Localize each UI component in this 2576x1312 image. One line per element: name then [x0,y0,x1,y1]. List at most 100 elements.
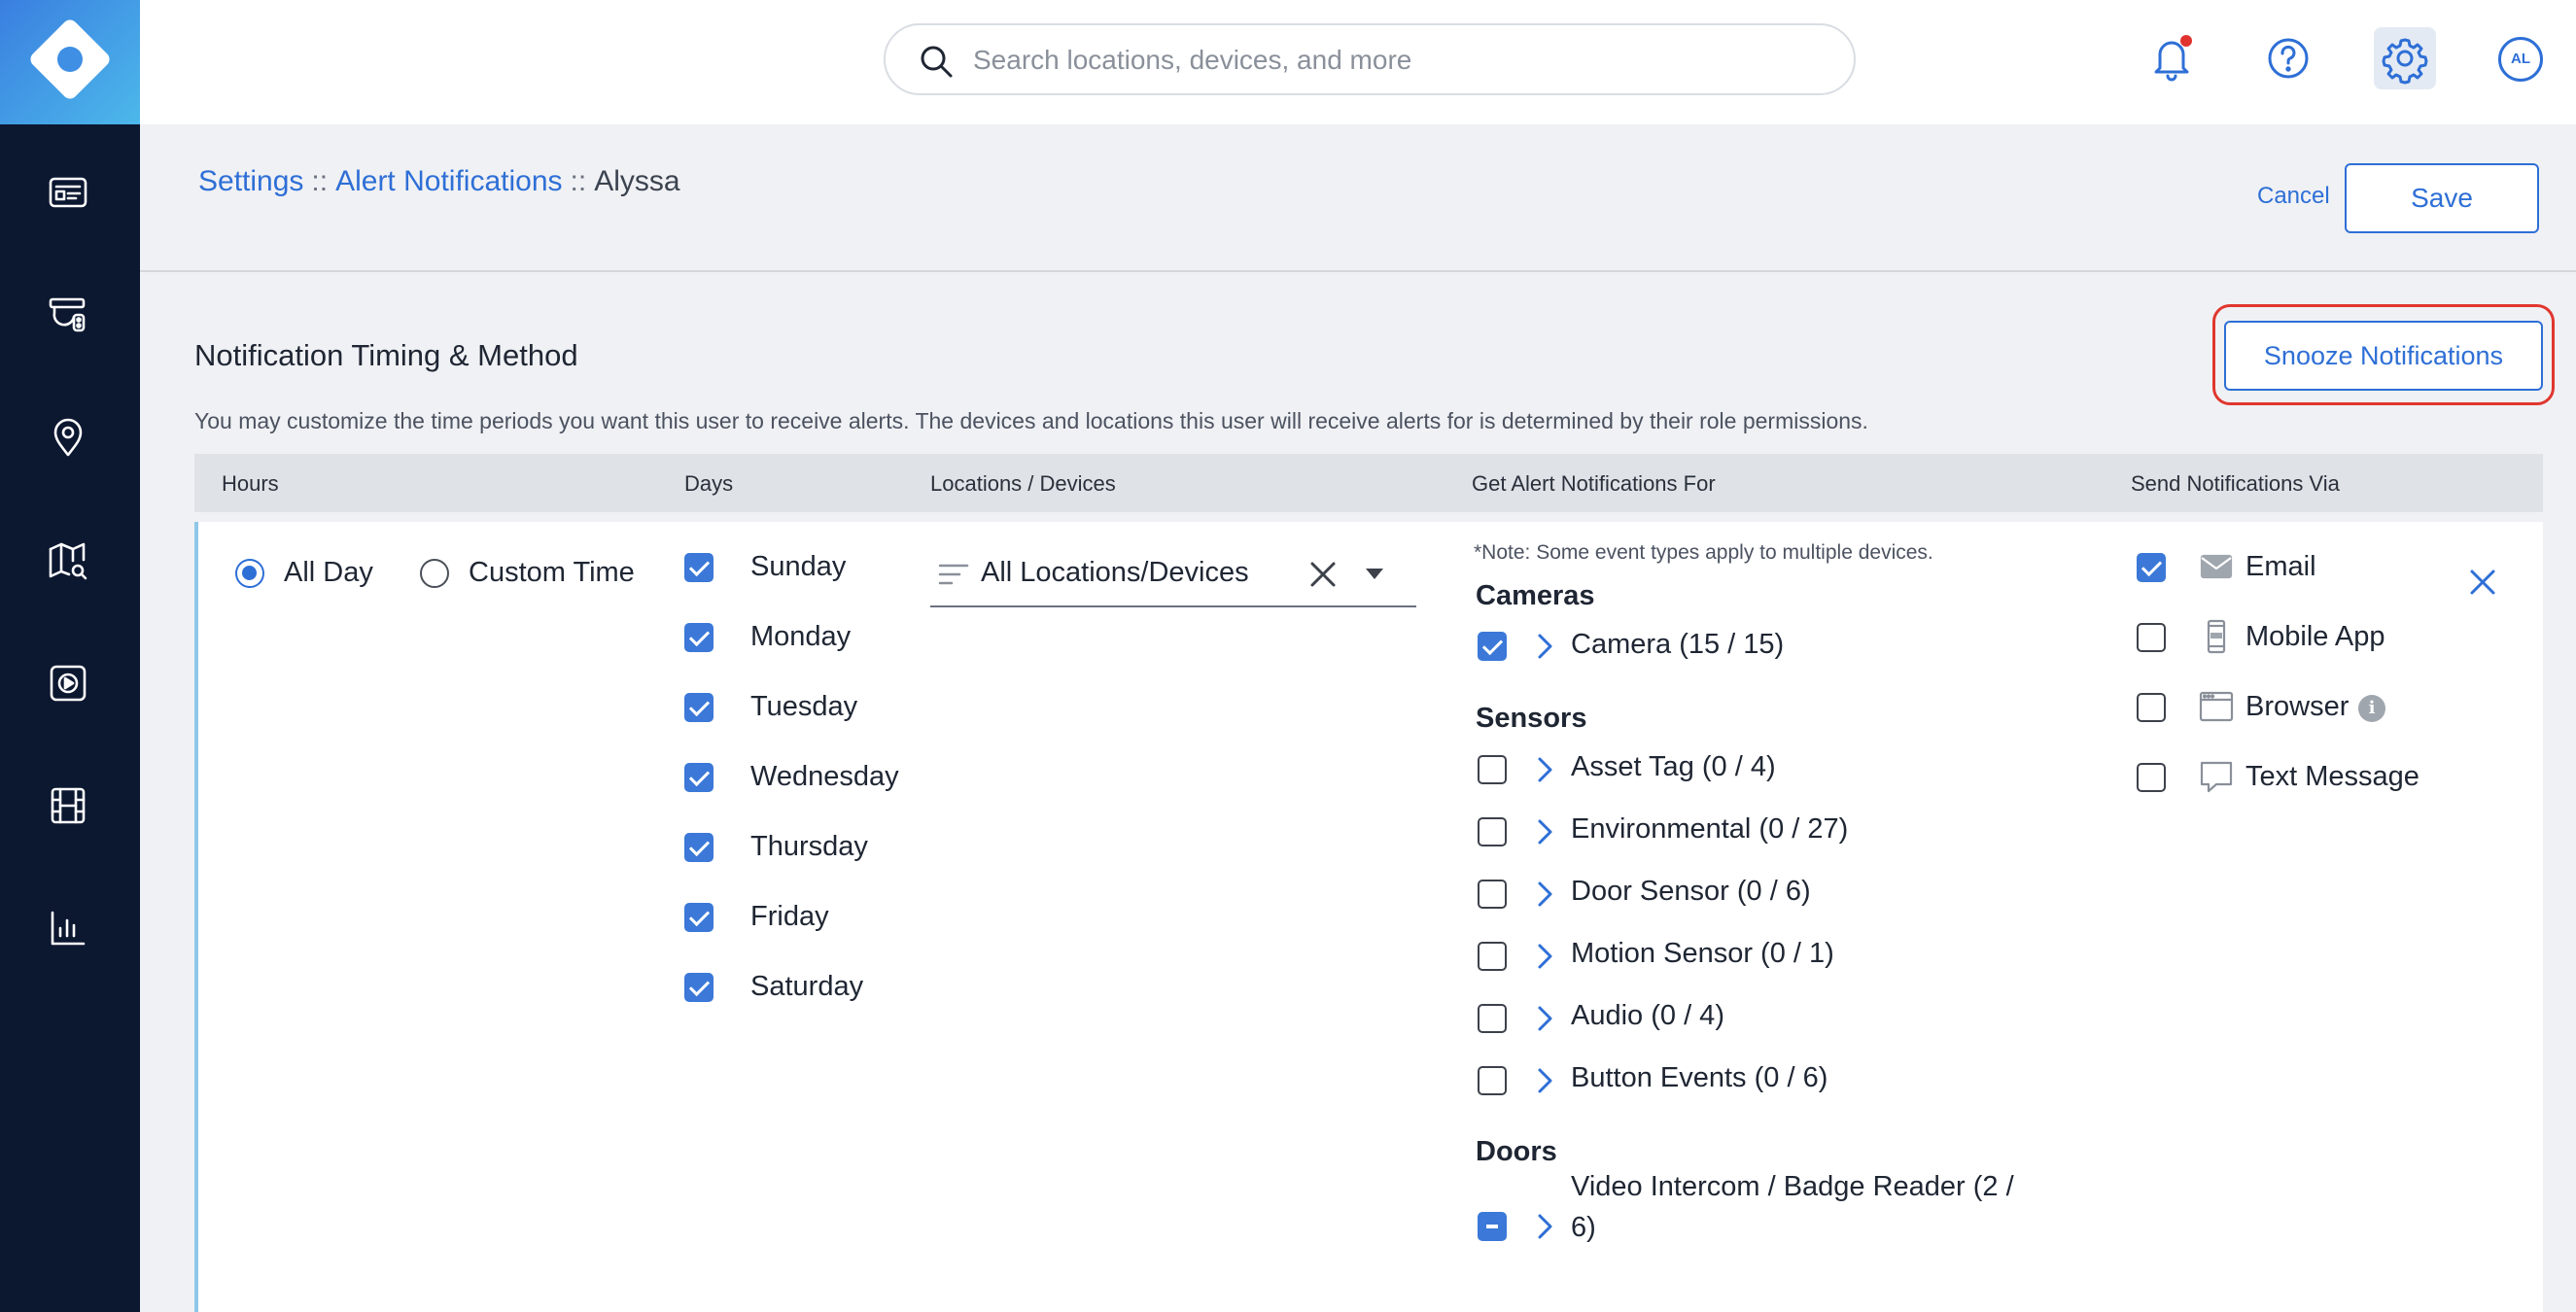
clear-selection-icon[interactable] [1307,559,1339,590]
group-title-sensors: Sensors [1476,703,1587,734]
search-bar[interactable] [884,23,1856,95]
breadcrumb-band: Settings:: Alert Notifications:: Alyssa Ca… [140,124,2576,272]
info-icon[interactable]: i [2358,695,2385,722]
cancel-button[interactable]: Cancel [2257,183,2330,210]
alert-checkbox-door-sensor[interactable] [1478,880,1507,909]
alert-checkbox-video-intercom[interactable] [1478,1212,1507,1241]
notification-rule-row: All Day Custom Time Sunday Monday Tuesda… [194,522,2543,1312]
alert-label: Asset Tag (0 / 4) [1571,751,1776,782]
breadcrumb-current: Alyssa [594,165,680,197]
custom-time-radio[interactable] [420,559,449,588]
group-title-cameras: Cameras [1476,580,1595,611]
text-message-icon [2199,759,2234,794]
alert-label-continued: 6) [1571,1212,1596,1243]
alert-label: Motion Sensor (0 / 1) [1571,938,1834,969]
day-checkbox-wednesday[interactable] [684,763,714,792]
day-checkbox-monday[interactable] [684,623,714,652]
column-header-locations: Locations / Devices [930,471,1116,496]
alert-label: Audio (0 / 4) [1571,1000,1724,1031]
help-icon[interactable] [2257,27,2319,89]
day-label: Wednesday [750,761,899,792]
send-via-label: Mobile App [2245,621,2385,652]
chevron-right-icon[interactable] [1534,942,1555,971]
analytics-chart-icon[interactable] [47,907,89,949]
breadcrumb-alert-notifications-link[interactable]: Alert Notifications [335,165,562,197]
send-via-label: Text Message [2245,761,2419,792]
group-title-doors: Doors [1476,1136,1557,1167]
alert-label: Camera (15 / 15) [1571,629,1785,660]
alert-label: Button Events (0 / 6) [1571,1062,1828,1093]
save-button[interactable]: Save [2345,163,2539,233]
chevron-right-icon[interactable] [1534,880,1555,909]
locations-select-value: All Locations/Devices [981,557,1249,588]
table-header: Hours Days Locations / Devices Get Alert… [194,454,2543,512]
alert-checkbox-asset-tag[interactable] [1478,755,1507,784]
user-avatar[interactable]: AL [2498,37,2543,82]
sidebar [0,0,140,1312]
alert-checkbox-motion-sensor[interactable] [1478,942,1507,971]
send-via-checkbox-email[interactable] [2137,553,2166,582]
settings-gear-icon[interactable] [2374,27,2436,89]
day-label: Saturday [750,971,864,1002]
locations-devices-select[interactable]: All Locations/Devices [930,522,1416,607]
alert-checkbox-button-events[interactable] [1478,1066,1507,1095]
film-icon[interactable] [47,784,89,827]
device-camera-icon[interactable] [47,293,89,336]
snooze-notifications-button[interactable]: Snooze Notifications [2224,321,2543,391]
day-label: Thursday [750,831,868,862]
filter-icon [938,561,969,588]
map-search-icon[interactable] [47,539,89,582]
alert-label: Door Sensor (0 / 6) [1571,876,1811,907]
dashboard-icon[interactable] [47,171,89,214]
send-via-checkbox-mobile-app[interactable] [2137,623,2166,652]
breadcrumb-separator: :: [311,165,329,197]
send-via-label: Email [2245,551,2316,582]
logo-icon [27,17,113,102]
search-icon [921,46,953,78]
chevron-right-icon[interactable] [1534,632,1555,661]
all-day-radio[interactable] [235,559,264,588]
video-playback-icon[interactable] [47,662,89,705]
chevron-right-icon[interactable] [1534,1004,1555,1033]
notification-dot [2180,35,2192,47]
chevron-right-icon[interactable] [1534,1066,1555,1095]
day-label: Monday [750,621,852,652]
column-header-days: Days [684,471,734,496]
column-header-hours: Hours [222,471,279,496]
day-label: Friday [750,901,829,932]
day-label: Sunday [750,551,847,582]
column-header-send-via: Send Notifications Via [2131,471,2340,496]
chevron-right-icon[interactable] [1534,1212,1555,1241]
day-checkbox-friday[interactable] [684,903,714,932]
day-checkbox-tuesday[interactable] [684,693,714,722]
alert-label: Video Intercom / Badge Reader (2 / [1571,1171,2014,1202]
logo[interactable] [0,0,140,124]
notifications-bell-icon[interactable] [2141,27,2203,89]
chevron-right-icon[interactable] [1534,817,1555,846]
section-title: Notification Timing & Method [194,338,578,372]
all-day-label[interactable]: All Day [284,557,373,589]
alerts-note: *Note: Some event types apply to multipl… [1474,541,1933,564]
section-description: You may customize the time periods you w… [194,408,1868,433]
remove-row-close-icon[interactable] [2467,567,2498,598]
breadcrumb-settings-link[interactable]: Settings [198,165,303,197]
day-checkbox-saturday[interactable] [684,973,714,1002]
location-pin-icon[interactable] [47,416,89,459]
alert-label: Environmental (0 / 27) [1571,813,1849,845]
chevron-right-icon[interactable] [1534,755,1555,784]
browser-icon [2199,689,2234,724]
column-header-alerts: Get Alert Notifications For [1472,471,1716,496]
day-checkbox-thursday[interactable] [684,833,714,862]
alert-checkbox-audio[interactable] [1478,1004,1507,1033]
alert-checkbox-camera[interactable] [1478,632,1507,661]
custom-time-label[interactable]: Custom Time [469,557,635,589]
send-via-checkbox-text-message[interactable] [2137,763,2166,792]
search-input[interactable] [973,39,1828,82]
breadcrumb: Settings:: Alert Notifications:: Alyssa [198,165,680,198]
send-via-checkbox-browser[interactable] [2137,693,2166,722]
caret-down-icon[interactable] [1366,569,1383,579]
alert-checkbox-environmental[interactable] [1478,817,1507,846]
email-icon [2199,549,2234,584]
day-checkbox-sunday[interactable] [684,553,714,582]
top-header: AL [140,0,2576,124]
